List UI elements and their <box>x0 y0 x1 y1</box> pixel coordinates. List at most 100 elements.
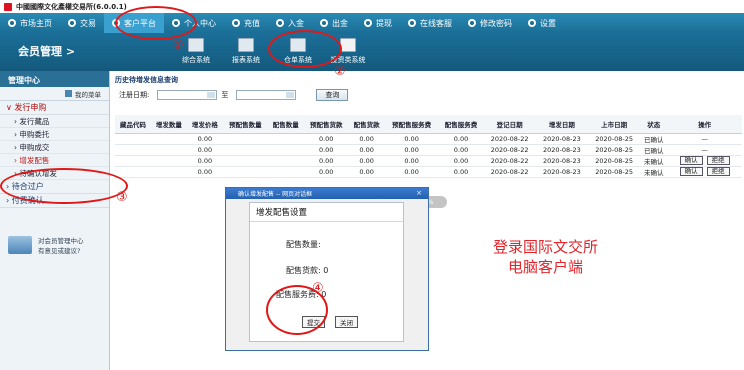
sidebar-group-issue-subscription[interactable]: ∨ 发行申购 <box>0 101 109 115</box>
confirm-button[interactable]: 确认 <box>679 167 703 176</box>
column-header: 增发数量 <box>150 115 187 134</box>
nav-item-market-home[interactable]: 市场主页 <box>0 13 60 33</box>
report-icon <box>238 38 254 52</box>
sidebar-item-additional-allotment[interactable]: › 增发配售 <box>0 154 109 167</box>
table-cell <box>115 133 151 145</box>
table-cell <box>150 166 187 178</box>
promo-line-2: 电脑客户端 <box>508 258 584 276</box>
table-cell <box>222 133 268 145</box>
confirm-button[interactable]: 确认 <box>679 156 703 165</box>
sidebar-item-issue-collection[interactable]: › 发行藏品 <box>0 115 109 128</box>
table-cell: 0.00 <box>348 166 385 178</box>
table-cell: 0.00 <box>384 155 439 167</box>
table-cell: 已确认 <box>640 144 668 156</box>
annotation-number: ③ <box>116 190 128 205</box>
promo-line-1: 登录国际文交所 <box>493 238 599 256</box>
annotation-circle <box>115 6 197 40</box>
top-navigation: 市场主页 交易 客户平台 个人中心 充值 入金 出金 提现 在线客服 修改密码 … <box>0 13 744 33</box>
close-button[interactable]: 关闭 <box>335 316 358 328</box>
table-cell: 0.00 <box>438 144 484 156</box>
table-cell: — <box>667 144 742 156</box>
nav-item-settings[interactable]: 设置 <box>520 13 564 33</box>
table-cell: 2020-08-25 <box>588 166 641 178</box>
table-cell <box>150 155 187 167</box>
sidebar-item-subscription-order[interactable]: › 申购委托 <box>0 128 109 141</box>
table-cell: 0.00 <box>384 166 439 178</box>
table-cell: 2020-08-22 <box>483 144 536 156</box>
column-header: 增发日期 <box>535 115 589 134</box>
chevron-down-icon: ∨ <box>6 103 15 112</box>
table-cell <box>115 144 151 156</box>
table-cell: 2020-08-23 <box>535 144 589 156</box>
nav-item-change-password[interactable]: 修改密码 <box>460 13 520 33</box>
page-title: 历史待增发信息查询 <box>115 76 178 84</box>
table-cell <box>267 133 304 145</box>
tool-report-system[interactable]: 报表系统 <box>220 36 272 68</box>
gear-icon <box>528 19 536 27</box>
table-cell <box>222 166 268 178</box>
column-header: 增发价格 <box>186 115 223 134</box>
table-cell: 0.00 <box>348 155 385 167</box>
column-header: 操作 <box>667 115 742 134</box>
table-cell: 未确认 <box>640 166 668 178</box>
my-menu-link[interactable]: 我的菜单 <box>0 87 109 101</box>
table-cell: 2020-08-25 <box>588 155 641 167</box>
dialog-title: 确认增发配售 -- 网页对话框 <box>238 191 313 198</box>
column-header: 登记日期 <box>483 115 536 134</box>
reject-button[interactable]: 拒绝 <box>706 156 730 165</box>
nav-item-recharge[interactable]: 充值 <box>224 13 268 33</box>
column-header: 配售数量 <box>267 115 304 134</box>
table-cell <box>150 144 187 156</box>
table-cell: 0.00 <box>303 133 349 145</box>
annotation-number: ① <box>172 38 184 53</box>
table-cell <box>222 144 268 156</box>
column-header: 预配售货款 <box>303 115 349 134</box>
nav-circle-icon <box>320 19 328 27</box>
calendar-icon[interactable] <box>286 92 295 98</box>
allotment-quantity-row: 配售数量: <box>286 240 321 249</box>
table-cell: 0.00 <box>384 144 439 156</box>
start-date-input[interactable] <box>157 90 218 100</box>
menu-icon <box>65 90 72 97</box>
table-cell: 2020-08-22 <box>483 155 536 167</box>
app-logo-icon <box>4 2 12 11</box>
allotment-payment-value: 0 <box>323 266 329 275</box>
nav-item-online-service[interactable]: 在线客服 <box>400 13 460 33</box>
feedback-box[interactable]: 对会员管理中心 有意见或建议? <box>8 236 84 256</box>
table-cell: 0.00 <box>348 133 385 145</box>
promo-text: 登录国际文交所 电脑客户端 <box>493 237 598 277</box>
table-cell: 2020-08-25 <box>588 144 641 156</box>
query-button[interactable]: 查询 <box>316 89 349 101</box>
nav-item-trade[interactable]: 交易 <box>60 13 104 33</box>
sidebar-item-subscription-deal[interactable]: › 申购成交 <box>0 141 109 154</box>
column-header: 预配售服务费 <box>384 115 439 134</box>
nav-item-withdraw[interactable]: 出金 <box>312 13 356 33</box>
close-icon[interactable]: × <box>416 189 422 197</box>
annotation-number: ④ <box>312 281 324 296</box>
feedback-line-1: 对会员管理中心 <box>38 237 84 245</box>
reject-button[interactable]: 拒绝 <box>706 167 730 176</box>
table-cell: 0.00 <box>186 133 223 145</box>
nav-circle-icon <box>232 19 240 27</box>
table-cell: 2020-08-23 <box>535 166 589 178</box>
table-cell: 2020-08-23 <box>535 133 589 145</box>
column-header: 上市日期 <box>588 115 641 134</box>
key-icon <box>468 19 476 27</box>
annotation-circle <box>268 30 342 68</box>
calendar-icon[interactable] <box>207 92 216 98</box>
nav-item-cash-out[interactable]: 提现 <box>356 13 400 33</box>
table-cell: 0.00 <box>348 144 385 156</box>
table-cell: 2020-08-25 <box>588 133 641 145</box>
table-header-row: 藏品代码 增发数量 增发价格 预配售数量 配售数量 预配售货款 配售货款 预配售… <box>115 115 742 134</box>
table-cell <box>267 166 304 178</box>
table-cell: 2020-08-22 <box>483 166 536 178</box>
table-cell: 0.00 <box>186 155 223 167</box>
table-row: 0.00 0.00 0.00 0.00 0.00 2020-08-22 2020-08-23… <box>115 133 742 145</box>
headset-icon <box>408 19 416 27</box>
system-toolbar: 会员管理 > 综合系统 报表系统 仓单系统 投资类系统 <box>0 33 744 71</box>
table-cell <box>267 155 304 167</box>
end-date-input[interactable] <box>236 90 297 100</box>
column-header: 配售货款 <box>348 115 385 134</box>
nav-circle-icon <box>364 19 372 27</box>
table-cell: 0.00 <box>186 166 223 178</box>
